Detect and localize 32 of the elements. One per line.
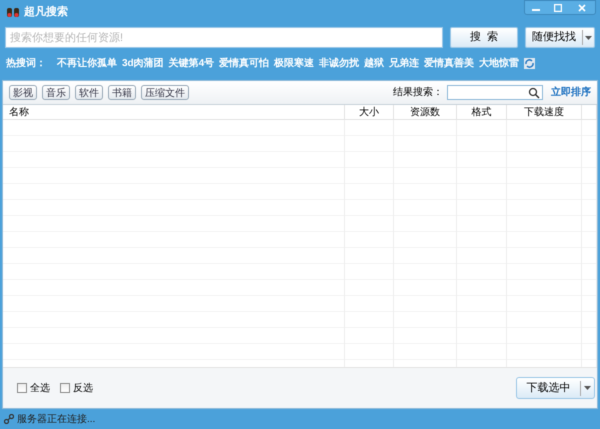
result-search-label: 结果搜索： xyxy=(393,86,443,100)
category-button[interactable]: 音乐 xyxy=(42,85,70,100)
checkbox[interactable] xyxy=(60,383,70,393)
checkbox-label: 反选 xyxy=(73,382,93,396)
refresh-icon[interactable] xyxy=(524,58,536,68)
caret-icon xyxy=(585,36,592,40)
close-icon xyxy=(578,4,586,12)
column-header[interactable]: 下载速度 xyxy=(524,104,564,120)
checkbox[interactable] xyxy=(17,383,27,393)
column-header[interactable]: 大小 xyxy=(359,104,379,120)
search-icon xyxy=(528,86,540,98)
caret-icon xyxy=(584,386,591,390)
search-button[interactable]: 搜 索 xyxy=(450,27,518,48)
download-selected-button[interactable]: 下载选中 xyxy=(516,377,595,399)
search-field[interactable]: 搜索你想要的任何资源! xyxy=(5,27,443,48)
result-search-field[interactable] xyxy=(447,85,543,100)
binoculars-icon xyxy=(6,6,20,18)
checkbox-label: 全选 xyxy=(30,382,50,396)
status-text: 服务器正在连接... xyxy=(17,412,96,426)
column-header[interactable]: 格式 xyxy=(472,104,492,120)
column-header[interactable]: 名称 xyxy=(9,104,29,120)
sort-link[interactable]: 立即排序 xyxy=(551,85,591,100)
category-button[interactable]: 影视 xyxy=(9,85,37,100)
link-icon xyxy=(4,414,14,424)
window-title: 超凡搜索 xyxy=(24,4,68,20)
category-button[interactable]: 压缩文件 xyxy=(141,85,189,100)
category-button[interactable]: 书籍 xyxy=(108,85,136,100)
hot-words-label: 热搜词： xyxy=(6,56,46,70)
random-search-button[interactable]: 随便找找 xyxy=(525,27,595,48)
maximize-icon xyxy=(554,4,562,12)
category-button[interactable]: 软件 xyxy=(75,85,103,100)
column-header[interactable]: 资源数 xyxy=(410,104,440,120)
